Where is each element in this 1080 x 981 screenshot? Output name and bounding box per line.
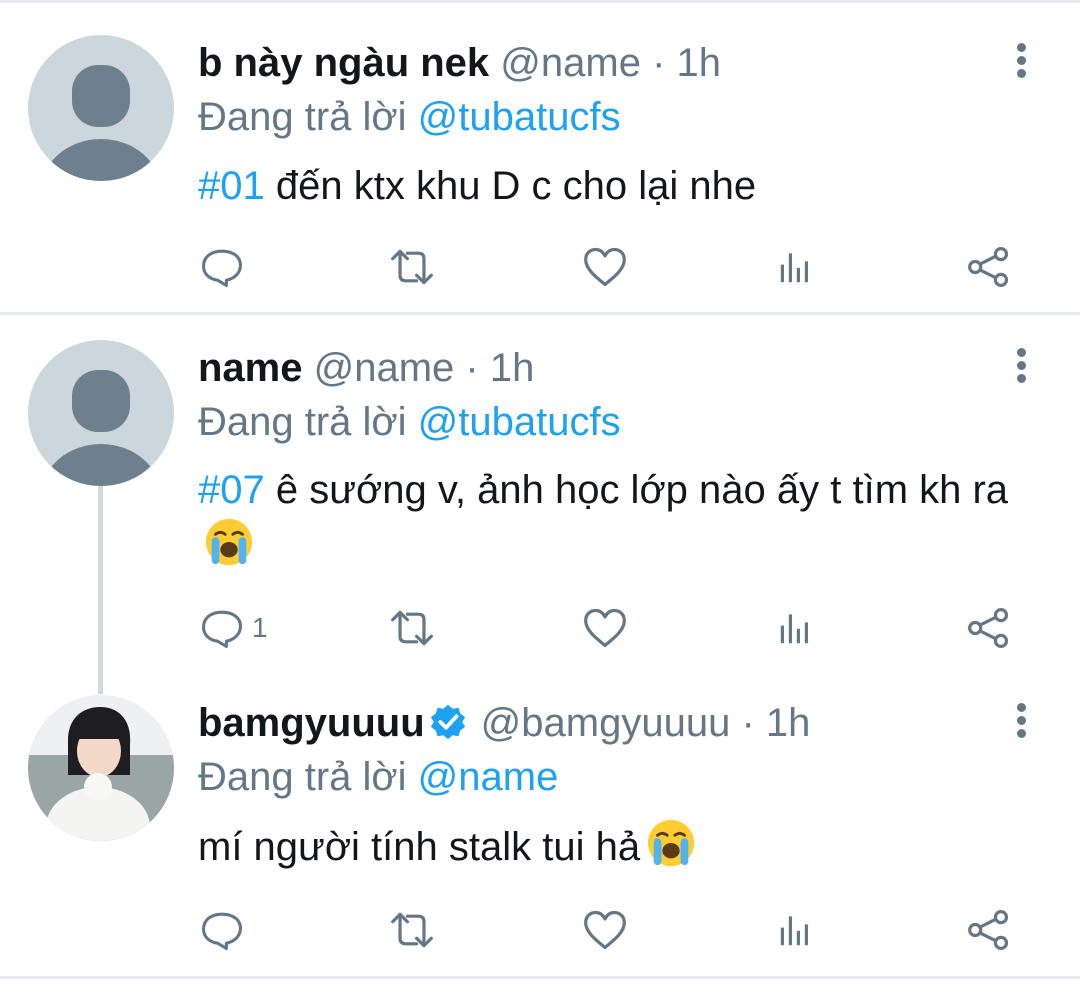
replying-to-link[interactable]: @tubatucfs <box>418 95 621 139</box>
avatar-placeholder[interactable] <box>28 340 174 486</box>
reply-icon <box>200 606 244 650</box>
default-avatar-icon <box>42 65 160 181</box>
analytics-icon <box>776 605 816 651</box>
more-icon[interactable] <box>1008 40 1034 84</box>
analytics-button[interactable] <box>776 603 816 653</box>
reply-icon <box>200 908 244 952</box>
analytics-icon <box>776 907 816 953</box>
replying-prefix: Đang trả lời <box>198 95 407 139</box>
replying-prefix: Đang trả lời <box>198 400 407 444</box>
crying-emoji-icon <box>204 517 254 567</box>
analytics-button[interactable] <box>776 905 816 955</box>
separator-dot: · <box>741 701 755 745</box>
default-avatar-icon <box>42 370 160 486</box>
timestamp[interactable]: 1h <box>677 41 722 85</box>
reply-button[interactable] <box>200 905 244 955</box>
replying-to-link[interactable]: @name <box>418 755 559 799</box>
retweet-icon <box>386 605 438 651</box>
display-name[interactable]: b này ngàu nek <box>198 41 489 85</box>
profile-photo <box>28 695 174 841</box>
separator-dot: · <box>465 346 479 390</box>
avatar-placeholder[interactable] <box>28 35 174 181</box>
share-button[interactable] <box>966 905 1012 955</box>
timestamp[interactable]: 1h <box>766 701 811 745</box>
retweet-button[interactable] <box>386 242 438 292</box>
tweet[interactable]: name @name · 1h Đang trả lời @tubatucfs … <box>0 315 1080 675</box>
tweet-header: bamgyuuuu @bamgyuuuu · 1h <box>198 698 810 748</box>
replying-to-link[interactable]: @tubatucfs <box>418 400 621 444</box>
replying-prefix: Đang trả lời <box>198 755 407 799</box>
tweet-header: name @name · 1h <box>198 343 534 393</box>
retweet-button[interactable] <box>386 905 438 955</box>
tweet-header: b này ngàu nek @name · 1h <box>198 38 721 88</box>
replying-to: Đang trả lời @tubatucfs <box>198 397 621 447</box>
share-icon <box>966 907 1012 953</box>
like-icon <box>582 907 628 953</box>
tweet-text: mí người tính stalk tui hả <box>198 818 1018 874</box>
crying-emoji-icon <box>646 818 696 868</box>
retweet-icon <box>386 907 438 953</box>
analytics-button[interactable] <box>776 242 816 292</box>
reply-button[interactable]: 1 <box>200 603 268 653</box>
hashtag-link[interactable]: #07 <box>198 468 265 512</box>
like-icon <box>582 605 628 651</box>
display-name[interactable]: bamgyuuuu <box>198 701 425 745</box>
tweet-text: #01 đến ktx khu D c cho lại nhe <box>198 159 1018 213</box>
tweet-text: #07 ê sướng v, ảnh học lớp nào ấy t tìm … <box>198 463 1018 573</box>
share-icon <box>966 244 1012 290</box>
tweet-body: mí người tính stalk tui hả <box>198 825 641 869</box>
retweet-icon <box>386 244 438 290</box>
avatar-photo[interactable] <box>28 695 174 841</box>
user-handle[interactable]: @name <box>314 346 455 390</box>
like-icon <box>582 244 628 290</box>
tweet-body: ê sướng v, ảnh học lớp nào ấy t tìm kh r… <box>264 468 1009 512</box>
more-icon[interactable] <box>1008 345 1034 389</box>
verified-icon <box>429 703 467 741</box>
retweet-button[interactable] <box>386 603 438 653</box>
separator-dot: · <box>652 41 666 85</box>
user-handle[interactable]: @bamgyuuuu <box>481 701 731 745</box>
tweet-body: đến ktx khu D c cho lại nhe <box>264 164 757 208</box>
tweet[interactable]: bamgyuuuu @bamgyuuuu · 1h Đang trả lời @n… <box>0 675 1080 975</box>
hashtag-link[interactable]: #01 <box>198 164 265 208</box>
share-button[interactable] <box>966 242 1012 292</box>
reply-icon <box>200 245 244 289</box>
like-button[interactable] <box>582 603 628 653</box>
analytics-icon <box>776 244 816 290</box>
more-icon[interactable] <box>1008 700 1034 744</box>
like-button[interactable] <box>582 905 628 955</box>
share-button[interactable] <box>966 603 1012 653</box>
display-name[interactable]: name <box>198 346 303 390</box>
bottom-divider <box>0 976 1080 979</box>
share-icon <box>966 605 1012 651</box>
reply-button[interactable] <box>200 242 244 292</box>
timestamp[interactable]: 1h <box>490 346 535 390</box>
user-handle[interactable]: @name <box>500 41 641 85</box>
replying-to: Đang trả lời @name <box>198 752 558 802</box>
tweet[interactable]: b này ngàu nek @name · 1h Đang trả lời @… <box>0 0 1080 312</box>
replying-to: Đang trả lời @tubatucfs <box>198 92 621 142</box>
reply-count: 1 <box>252 612 268 643</box>
like-button[interactable] <box>582 242 628 292</box>
